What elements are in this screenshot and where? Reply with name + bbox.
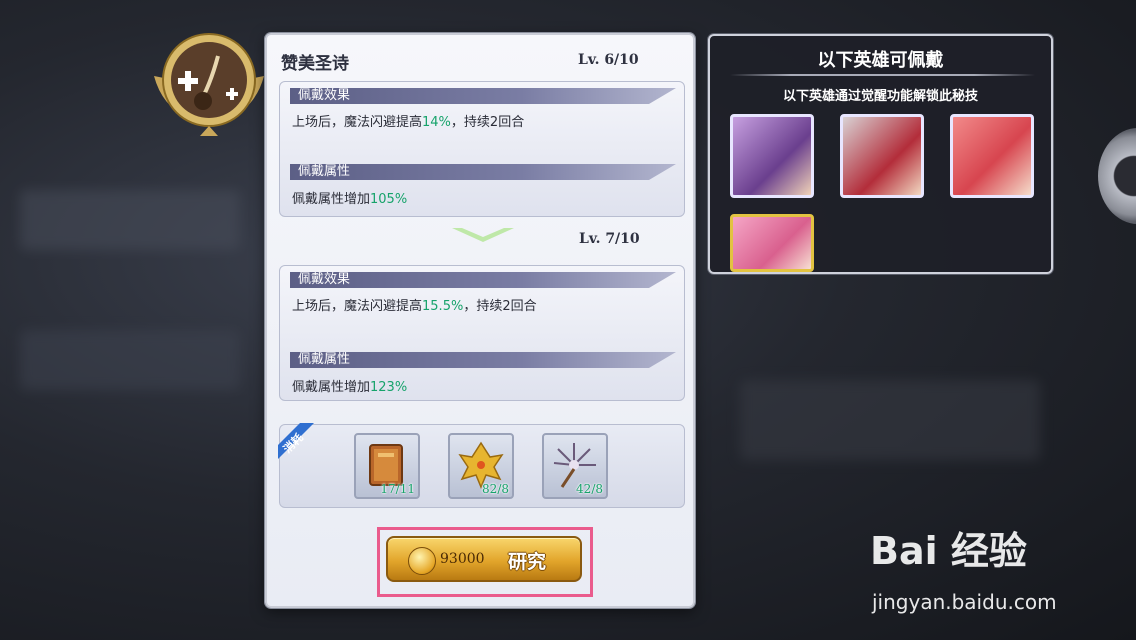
watermark-url: jingyan.baidu.com <box>872 590 1057 614</box>
current-stats-box: 佩戴效果 上场后，魔法闪避提高14%，持续2回合 佩戴属性 佩戴属性增加105% <box>279 81 685 217</box>
coin-icon <box>408 547 436 575</box>
cost-item[interactable]: 82/8 <box>448 433 514 499</box>
background-blur <box>20 330 240 390</box>
current-attr-header: 佩戴属性 <box>290 164 676 180</box>
next-attr-value: 123% <box>370 380 408 395</box>
side-menu-orb[interactable] <box>1098 128 1136 224</box>
heroes-panel-subtitle: 以下英雄通过觉醒功能解锁此秘技 <box>782 89 978 104</box>
research-button[interactable]: 93000 研究 <box>386 536 582 582</box>
next-stats-box: 佩戴效果 上场后，魔法闪避提高15.5%，持续2回合 佩戴属性 佩戴属性增加12… <box>279 265 685 401</box>
current-attr-text: 佩戴属性增加105% <box>292 192 408 207</box>
next-effect-text: 上场后，魔法闪避提高15.5%，持续2回合 <box>292 299 537 314</box>
next-attr-text: 佩戴属性增加123% <box>292 380 408 395</box>
research-label: 研究 <box>508 551 547 573</box>
research-price: 93000 <box>440 551 485 567</box>
skill-panel: 赞美圣诗 Lv. 6/10 佩戴效果 上场后，魔法闪避提高14%，持续2回合 佩… <box>265 33 695 608</box>
current-effect-value: 14% <box>422 115 451 130</box>
heroes-panel: 以下英雄可佩戴 以下英雄通过觉醒功能解锁此秘技 <box>708 34 1053 274</box>
next-level: Lv. 7/10 <box>579 231 640 247</box>
current-effect-text: 上场后，魔法闪避提高14%，持续2回合 <box>292 115 525 130</box>
heroes-panel-title: 以下英雄可佩戴 <box>817 50 944 71</box>
item-count: 17/11 <box>380 482 415 496</box>
background-blur <box>20 190 240 250</box>
cost-box: 消耗 17/11 82/8 42/8 <box>278 423 685 508</box>
cost-item[interactable]: 42/8 <box>542 433 608 499</box>
item-count: 42/8 <box>576 482 603 496</box>
next-effect-header: 佩戴效果 <box>290 272 676 288</box>
next-attr-header: 佩戴属性 <box>290 352 676 368</box>
skill-title: 赞美圣诗 <box>281 54 349 74</box>
background-blur <box>740 380 1040 460</box>
hero-portrait-purple-hair[interactable] <box>730 114 814 198</box>
current-attr-value: 105% <box>370 192 408 207</box>
item-count: 82/8 <box>482 482 509 496</box>
current-effect-header: 佩戴效果 <box>290 88 676 104</box>
chevron-down-icon <box>452 228 514 242</box>
title-divider <box>730 74 1035 76</box>
hero-portrait-red-hair[interactable] <box>950 114 1034 198</box>
current-level: Lv. 6/10 <box>578 52 639 68</box>
hero-portrait-pink-hair[interactable] <box>730 214 814 272</box>
skill-emblem-icon <box>148 26 270 138</box>
hero-portrait-silver-hair[interactable] <box>840 114 924 198</box>
next-effect-value: 15.5% <box>422 299 464 314</box>
baidu-watermark: Bai 经验 jingyan.baidu.com <box>870 520 1057 614</box>
watermark-brand: Bai 经验 <box>870 529 1027 573</box>
cost-item[interactable]: 17/11 <box>354 433 420 499</box>
research-button-highlight: 93000 研究 <box>377 527 593 597</box>
